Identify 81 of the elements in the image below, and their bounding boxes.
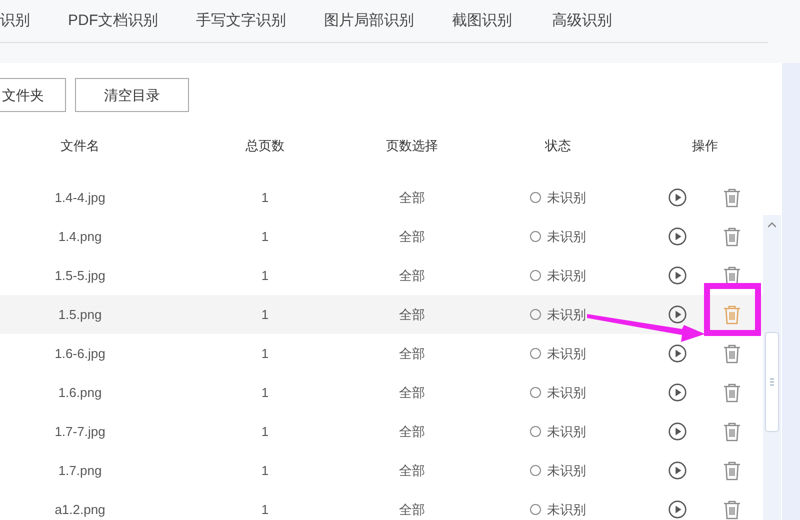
status-radio [530,270,541,281]
status-radio [530,504,541,515]
page-range: 全部 [399,500,425,519]
page-count: 1 [261,384,269,402]
play-icon[interactable] [668,422,687,441]
status-text: 未识别 [547,188,586,207]
scrollbar[interactable] [763,215,781,520]
status-text: 未识别 [547,228,586,246]
status-radio [530,309,541,320]
column-header: 操作 [692,137,718,156]
file-name: 1.7.png [58,462,102,480]
table-row[interactable]: 1.5.png 1 全部 未识别 [0,295,763,334]
trash-icon[interactable] [723,304,741,324]
status-radio [530,192,541,203]
column-header: 状态 [545,137,571,156]
toolbar-button[interactable]: 清空目录 [75,78,189,112]
tab[interactable]: 图片局部识别 [324,10,414,32]
annotation-frame [704,283,761,336]
status-radio [530,348,541,359]
column-header: 总页数 [246,137,284,156]
status-radio [530,426,541,437]
status-text: 未识别 [547,462,586,480]
status-text: 未识别 [547,384,586,402]
file-name: 1.6.png [58,384,102,402]
scroll-up-icon[interactable] [768,222,776,228]
page-range: 全部 [399,266,425,285]
status-text: 未识别 [547,344,586,363]
page-count: 1 [261,344,269,363]
column-header: 文件名 [60,137,100,156]
page-range: 全部 [399,188,425,207]
tab[interactable]: 截图识别 [452,10,512,32]
page-range: 全部 [399,344,425,363]
page-count: 1 [261,266,269,285]
page-count: 1 [261,422,269,441]
tab[interactable]: 高级识别 [552,10,612,32]
trash-icon[interactable] [723,500,741,520]
file-name: 1.5.png [58,306,102,324]
page-count: 1 [261,500,269,519]
trash-icon[interactable] [723,226,741,246]
tab[interactable]: 识别 [0,10,30,32]
trash-icon[interactable] [723,460,741,480]
file-name: 1.5-5.jpg [54,266,106,285]
play-icon[interactable] [668,344,687,363]
status-text: 未识别 [547,266,586,285]
page-range: 全部 [399,462,425,480]
status-radio [530,231,541,242]
page-range: 全部 [399,422,425,441]
status-text: 未识别 [547,422,586,441]
status-text: 未识别 [547,500,586,519]
play-icon[interactable] [668,188,687,207]
file-name: 1.6-6.jpg [54,344,106,363]
status-text: 未识别 [547,306,586,324]
trash-icon[interactable] [723,382,741,402]
trash-icon[interactable] [723,266,741,286]
page-range: 全部 [399,228,425,246]
page-range: 全部 [399,384,425,402]
page-count: 1 [261,228,269,246]
page-count: 1 [261,306,269,324]
file-name: 1.4.png [58,228,102,246]
play-icon[interactable] [668,305,687,324]
page-count: 1 [261,462,269,480]
play-icon[interactable] [668,227,687,246]
play-icon[interactable] [668,500,687,519]
play-icon[interactable] [668,383,687,402]
trash-icon[interactable] [723,344,741,364]
play-icon[interactable] [668,461,687,480]
file-name: a1.2.png [54,500,106,519]
tab[interactable]: 手写文字识别 [196,10,286,32]
status-radio [530,387,541,398]
status-radio [530,465,541,476]
toolbar-button[interactable]: 文件夹 [0,78,66,112]
file-name: 1.7-7.jpg [54,422,106,441]
trash-icon[interactable] [723,188,741,208]
page-range: 全部 [399,306,425,324]
trash-icon[interactable] [723,422,741,442]
page-count: 1 [261,188,269,207]
play-icon[interactable] [668,266,687,285]
column-header: 页数选择 [386,137,438,156]
tab[interactable]: PDF文档识别 [68,10,158,32]
file-name: 1.4-4.jpg [54,188,106,207]
scrollbar-thumb[interactable] [765,332,779,432]
